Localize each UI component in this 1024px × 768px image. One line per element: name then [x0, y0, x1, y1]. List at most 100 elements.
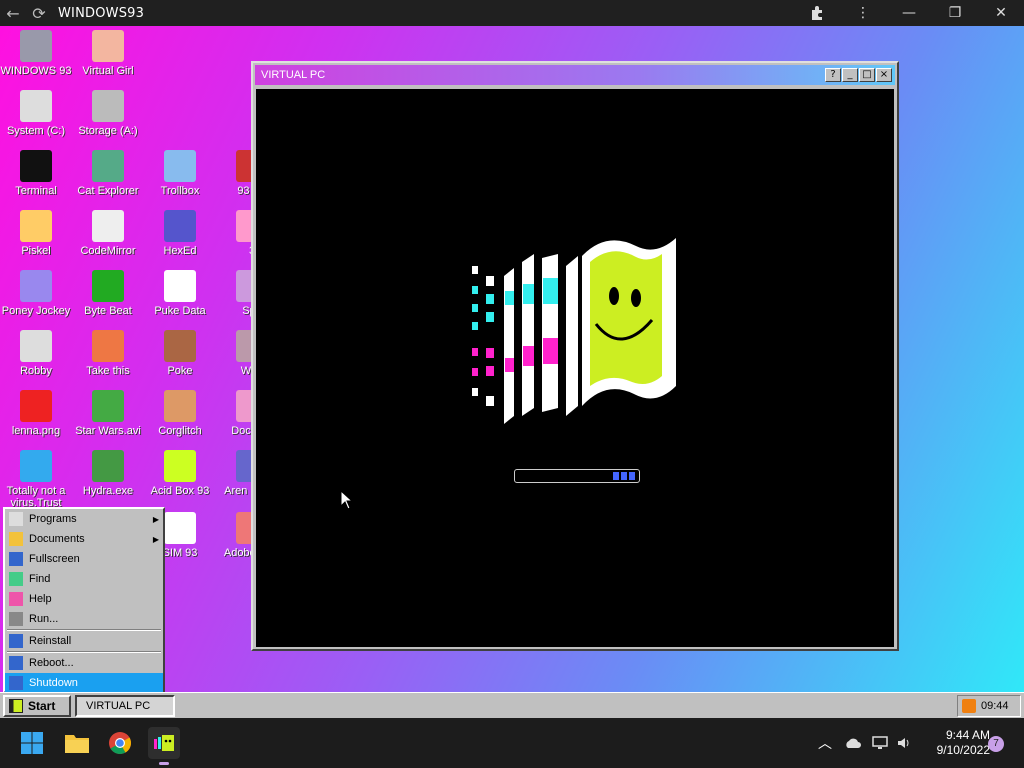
close-button[interactable]: × — [876, 68, 892, 82]
desktop-icon[interactable]: Piskel — [0, 210, 72, 257]
desktop-icon[interactable]: Star Wars.avi — [72, 390, 144, 437]
sim-icon — [164, 512, 196, 544]
takethis-icon — [92, 330, 124, 362]
desktop-icon-label: System (C:) — [6, 125, 66, 137]
network-icon[interactable] — [872, 718, 888, 768]
menu-item-find[interactable]: Find — [5, 569, 163, 589]
menu-icon — [9, 532, 23, 546]
menu-icon — [9, 552, 23, 566]
virtual-pc-window[interactable]: VIRTUAL PC ? _ □ × — [251, 61, 899, 651]
notification-badge[interactable]: 7 — [988, 736, 1004, 752]
desktop-icon-label: HexEd — [163, 245, 197, 257]
extensions-icon[interactable] — [794, 0, 840, 26]
desktop-icon-label: Terminal — [15, 185, 57, 197]
desktop-icon-label: Star Wars.avi — [75, 425, 141, 437]
dolphin-icon — [20, 450, 52, 482]
desktop-icon[interactable]: lenna.png — [0, 390, 72, 437]
more-options-icon[interactable]: ⋮ — [840, 0, 886, 26]
win93-clock: 09:44 — [981, 700, 1009, 712]
desktop-icon[interactable]: Robby — [0, 330, 72, 377]
menu-icon — [9, 512, 23, 526]
cube-icon — [164, 210, 196, 242]
file-explorer-icon[interactable] — [61, 727, 93, 759]
menu-item-help[interactable]: Help — [5, 589, 163, 609]
reload-icon[interactable]: ⟳ — [26, 0, 52, 26]
maximize-button[interactable]: □ — [859, 68, 875, 82]
desktop-icon[interactable]: Terminal — [0, 150, 72, 197]
desktop-icon[interactable]: Trollbox — [144, 150, 216, 197]
minimize-button[interactable]: _ — [842, 68, 858, 82]
menu-icon — [9, 612, 23, 626]
windows93-logo — [472, 238, 676, 424]
desktop-icon[interactable]: WINDOWS 93 — [0, 30, 72, 77]
menu-item-run[interactable]: Run... — [5, 609, 163, 629]
menu-item-programs[interactable]: Programs ▶ — [5, 509, 163, 529]
desktop-icon[interactable]: Corglitch — [144, 390, 216, 437]
restore-icon[interactable]: ❐ — [932, 0, 978, 26]
boot-progress-bar — [514, 469, 640, 483]
desktop-icon[interactable]: Puke Data — [144, 270, 216, 317]
pony-icon — [20, 270, 52, 302]
start-label: Start — [28, 699, 56, 713]
desktop-icon-label: Corglitch — [158, 425, 202, 437]
volume-icon[interactable] — [896, 718, 912, 768]
codemirror-icon — [92, 210, 124, 242]
desktop-icon[interactable]: Take this — [72, 330, 144, 377]
desktop-icon[interactable]: Acid Box 93 — [144, 450, 216, 497]
menu-item-documents[interactable]: Documents ▶ — [5, 529, 163, 549]
virtual-pc-screen[interactable] — [256, 89, 894, 647]
rss-icon[interactable] — [962, 699, 976, 713]
chrome-icon[interactable] — [104, 727, 136, 759]
terminal-icon — [20, 150, 52, 182]
desktop-icon[interactable]: Storage (A:) — [72, 90, 144, 137]
menu-label: Reboot... — [29, 657, 74, 669]
virtual-girl-icon — [92, 30, 124, 62]
task-virtual-pc[interactable]: VIRTUAL PC — [75, 695, 175, 717]
desktop-icon[interactable]: CodeMirror — [72, 210, 144, 257]
menu-icon — [9, 676, 23, 690]
desktop-icon-label: Puke Data — [154, 305, 206, 317]
corgi-icon — [164, 390, 196, 422]
desktop-icon[interactable]: Virtual Girl — [72, 30, 144, 77]
browser-title: WINDOWS93 — [58, 5, 145, 21]
desktop-icon[interactable]: Totally not a virus.Trust — [0, 450, 72, 509]
menu-item-reinstall[interactable]: Reinstall — [5, 631, 163, 651]
hydra-icon — [92, 450, 124, 482]
palette-icon — [20, 210, 52, 242]
menu-item-fullscreen[interactable]: Fullscreen — [5, 549, 163, 569]
menu-item-shutdown[interactable]: Shutdown — [5, 673, 163, 692]
start-button[interactable]: Start — [3, 695, 71, 717]
tray-overflow-icon[interactable]: ︿ — [818, 718, 832, 768]
menu-item-reboot[interactable]: Reboot... — [5, 653, 163, 673]
desktop-icon[interactable]: System (C:) — [0, 90, 72, 137]
menu-label: Documents — [29, 533, 85, 545]
back-arrow-icon[interactable]: ← — [0, 0, 26, 26]
desktop-icon[interactable]: Hydra.exe — [72, 450, 144, 497]
desktop-icon[interactable]: HexEd — [144, 210, 216, 257]
menu-icon — [9, 592, 23, 606]
windows-start-icon[interactable] — [16, 727, 48, 759]
windows93-app-icon[interactable] — [148, 727, 180, 765]
desktop-icon[interactable]: Cat Explorer — [72, 150, 144, 197]
desktop-icon-label: SIM 93 — [162, 547, 198, 559]
minimize-icon[interactable]: — — [886, 0, 932, 26]
help-button[interactable]: ? — [825, 68, 841, 82]
win93-taskbar: Start VIRTUAL PC 09:44 — [0, 692, 1024, 718]
desktop-icon[interactable]: Poke — [144, 330, 216, 377]
browser-title-bar: ← ⟳ WINDOWS93 ⋮ — ❐ ✕ — [0, 0, 1024, 26]
desktop-icon[interactable]: Byte Beat — [72, 270, 144, 317]
pokedex-icon — [164, 330, 196, 362]
desktop-icon-label: Totally not a virus.Trust — [6, 485, 66, 509]
host-time: 9:44 AM — [945, 728, 990, 742]
submenu-arrow-icon: ▶ — [152, 514, 159, 524]
menu-label: Fullscreen — [29, 553, 80, 565]
menu-label: Find — [29, 573, 51, 585]
host-date: 9/10/2022 — [936, 743, 990, 757]
desktop-icon-label: Piskel — [21, 245, 51, 257]
desktop-icon[interactable]: Poney Jockey — [0, 270, 72, 317]
host-clock[interactable]: 9:44 AM 9/10/2022 — [918, 728, 990, 758]
window-title-bar[interactable]: VIRTUAL PC ? _ □ × — [255, 65, 895, 85]
onedrive-icon[interactable] — [844, 718, 862, 768]
desktop[interactable]: WINDOWS 93 Virtual Girl System (C:) Storage… — [0, 26, 1024, 692]
close-icon[interactable]: ✕ — [978, 0, 1024, 26]
